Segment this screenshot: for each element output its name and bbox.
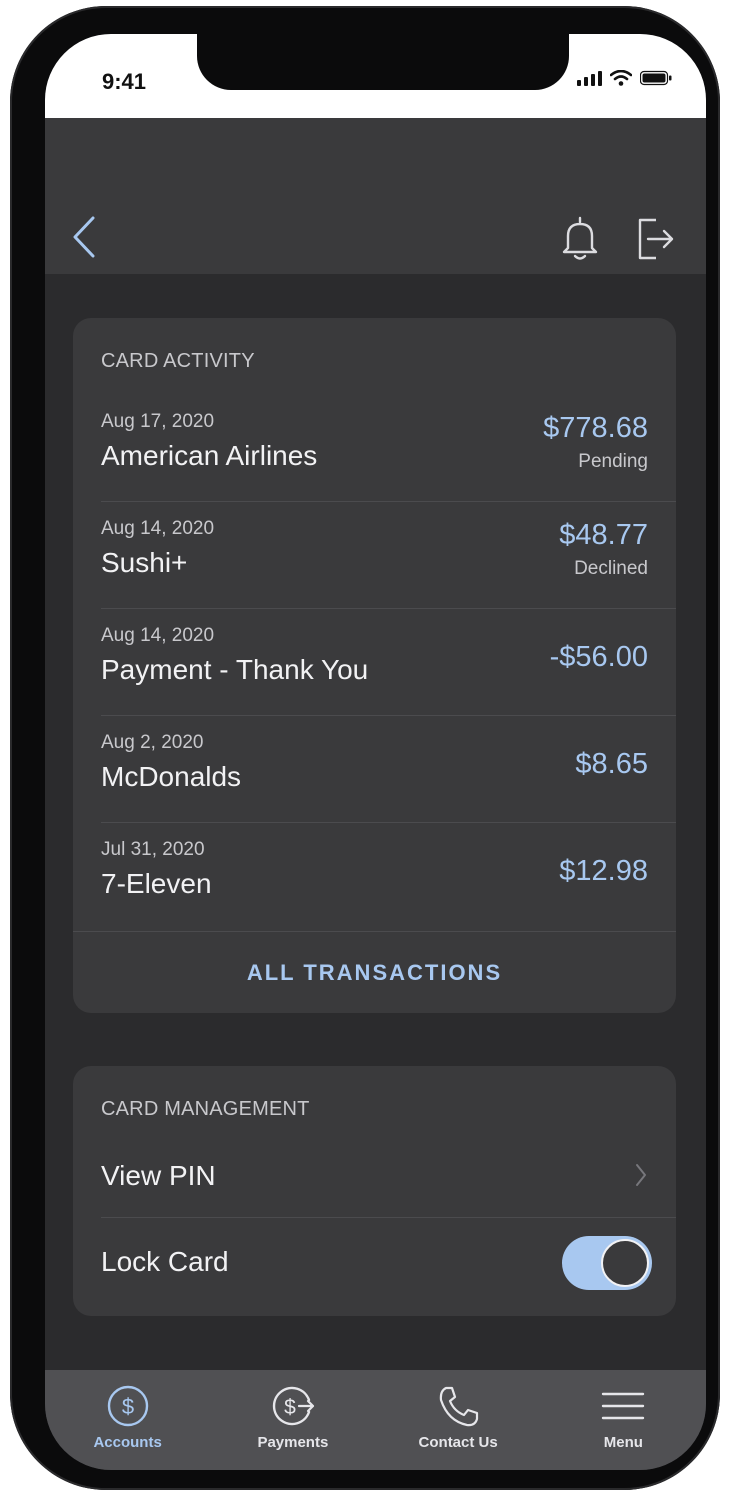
view-pin-label: View PIN xyxy=(101,1160,216,1191)
tab-bar: $ Accounts $ Payments Contact Us Menu xyxy=(45,1370,706,1470)
menu-icon xyxy=(602,1392,645,1420)
status-bar: 9:41 xyxy=(45,34,706,118)
transaction-date: Aug 14, 2020 xyxy=(101,518,215,539)
bell-icon[interactable] xyxy=(558,214,602,262)
lock-card-label: Lock Card xyxy=(101,1246,229,1277)
transaction-amount: -$56.00 xyxy=(549,641,648,673)
tab-accounts[interactable]: $ Accounts xyxy=(45,1370,210,1470)
tab-accounts-label: Accounts xyxy=(93,1434,162,1451)
transaction-row[interactable]: Jul 31, 2020 7-Eleven $12.98 xyxy=(101,823,676,930)
transaction-merchant: Payment - Thank You xyxy=(101,654,369,685)
dollar-circle-icon: $ xyxy=(107,1385,148,1427)
transaction-row[interactable]: Aug 14, 2020 Payment - Thank You -$56.00 xyxy=(101,609,676,716)
transaction-merchant: American Airlines xyxy=(101,440,318,471)
transaction-status: Declined xyxy=(574,558,648,579)
phone-frame: 9:41 CARD ACTIVITY Aug 17, 2020 American… xyxy=(10,6,720,1490)
phone-icon xyxy=(439,1386,479,1427)
svg-text:$: $ xyxy=(122,1394,134,1419)
tab-menu-label: Menu xyxy=(603,1434,643,1451)
card-activity-panel: CARD ACTIVITY Aug 17, 2020 American Airl… xyxy=(73,318,676,1013)
cellular-signal-icon xyxy=(577,70,602,86)
transaction-date: Aug 2, 2020 xyxy=(101,732,204,753)
card-activity-title: CARD ACTIVITY xyxy=(101,350,255,372)
device-notch xyxy=(197,34,569,90)
toggle-knob xyxy=(601,1239,649,1287)
transaction-amount: $778.68 xyxy=(543,412,648,444)
card-management-title: CARD MANAGEMENT xyxy=(101,1098,310,1120)
app-screen: 9:41 CARD ACTIVITY Aug 17, 2020 American… xyxy=(45,34,706,1470)
tab-menu[interactable]: Menu xyxy=(541,1370,706,1470)
back-chevron-icon[interactable] xyxy=(67,212,101,262)
transaction-amount: $12.98 xyxy=(559,855,648,887)
transaction-merchant: Sushi+ xyxy=(101,547,188,578)
tab-payments[interactable]: $ Payments xyxy=(210,1370,375,1470)
transaction-date: Aug 17, 2020 xyxy=(101,411,215,432)
tab-contact-us-label: Contact Us xyxy=(418,1434,498,1451)
transaction-date: Aug 14, 2020 xyxy=(101,625,215,646)
svg-text:$: $ xyxy=(284,1396,296,1419)
wifi-icon xyxy=(610,70,632,86)
battery-icon xyxy=(640,70,672,86)
transaction-merchant: McDonalds xyxy=(101,761,242,792)
status-icons xyxy=(577,70,672,86)
chevron-right-icon xyxy=(636,1164,646,1186)
lock-card-toggle[interactable] xyxy=(562,1236,652,1290)
view-pin-row[interactable]: View PIN xyxy=(101,1132,676,1218)
transaction-amount: $8.65 xyxy=(575,748,648,780)
transaction-date: Jul 31, 2020 xyxy=(101,839,205,860)
tab-contact-us[interactable]: Contact Us xyxy=(376,1370,541,1470)
transaction-row[interactable]: Aug 14, 2020 Sushi+ $48.77 Declined xyxy=(101,502,676,609)
logout-icon[interactable] xyxy=(636,214,676,262)
all-transactions-button[interactable]: ALL TRANSACTIONS xyxy=(73,931,676,1013)
main-content: CARD ACTIVITY Aug 17, 2020 American Airl… xyxy=(45,274,706,1374)
lock-card-row: Lock Card xyxy=(101,1218,676,1304)
card-management-panel: CARD MANAGEMENT View PIN Lock Card xyxy=(73,1066,676,1316)
nav-bar xyxy=(45,118,706,274)
transaction-merchant: 7-Eleven xyxy=(101,868,212,899)
transaction-status: Pending xyxy=(578,451,648,472)
tab-payments-label: Payments xyxy=(257,1434,329,1451)
transaction-row[interactable]: Aug 2, 2020 McDonalds $8.65 xyxy=(101,716,676,823)
transaction-amount: $48.77 xyxy=(559,519,648,551)
transaction-row[interactable]: Aug 17, 2020 American Airlines $778.68 P… xyxy=(101,395,676,502)
status-time: 9:41 xyxy=(102,69,147,94)
payment-transfer-icon: $ xyxy=(272,1386,314,1426)
